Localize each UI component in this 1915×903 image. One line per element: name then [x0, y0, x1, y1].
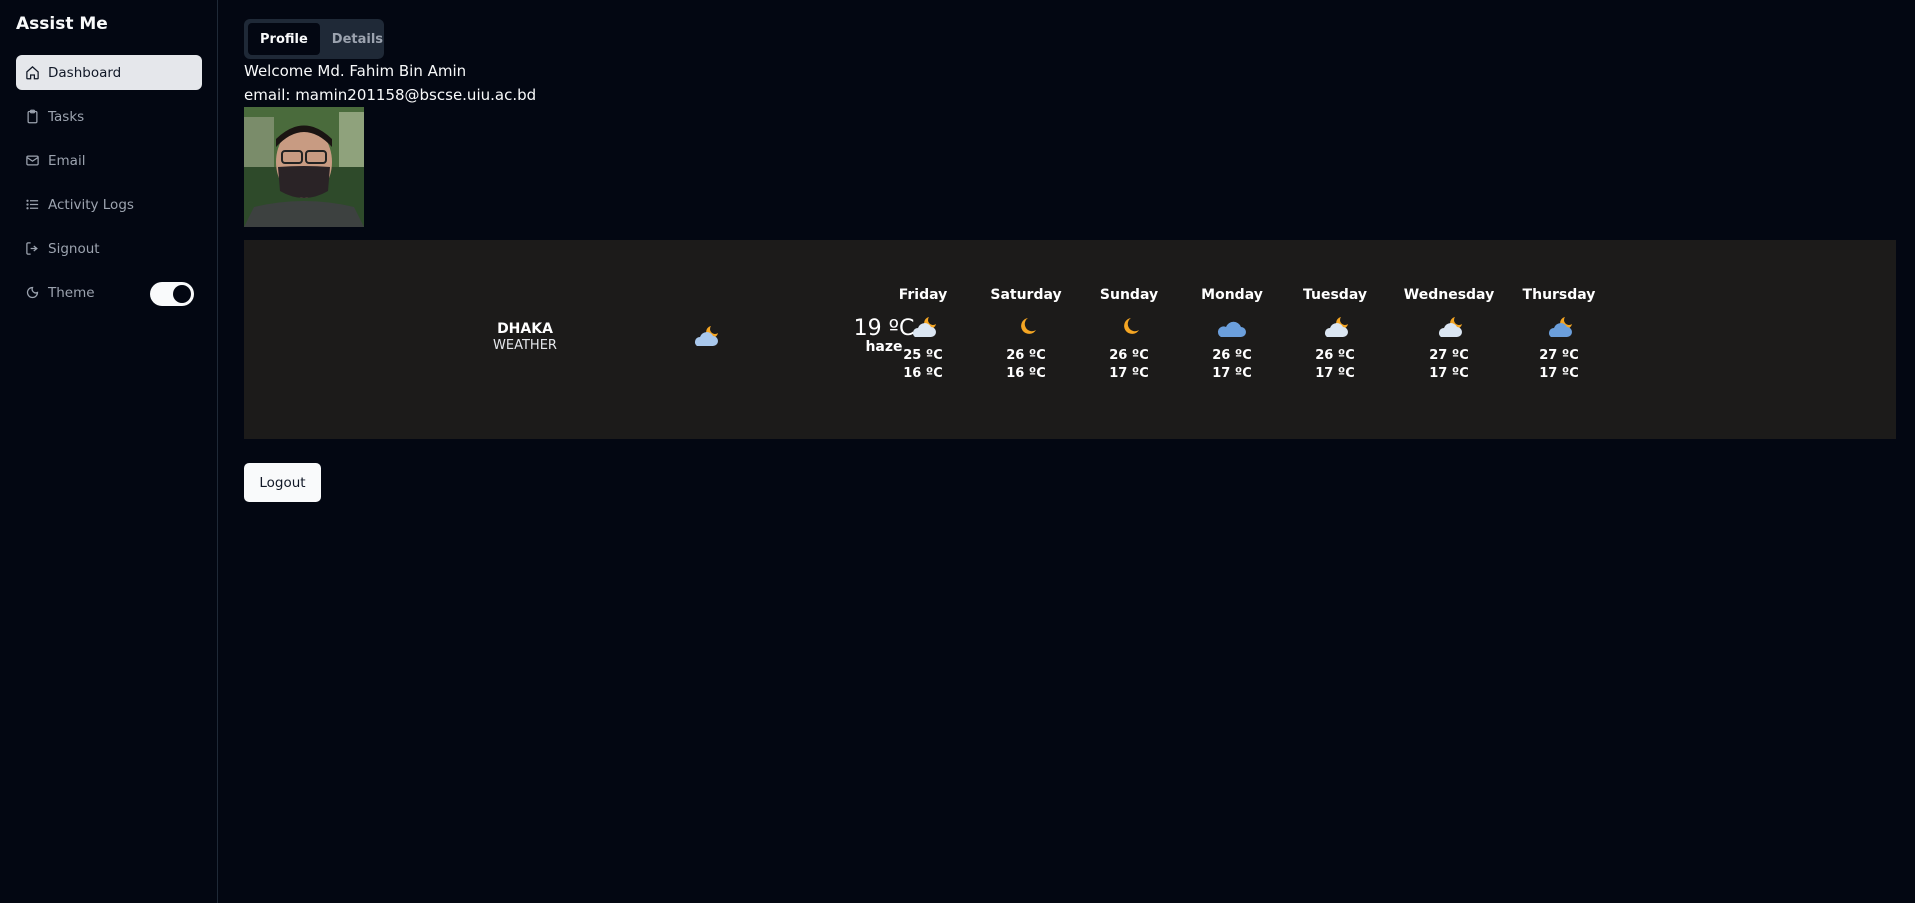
sidebar-item-label: Activity Logs [48, 196, 134, 213]
cloud-moon-icon [1543, 313, 1575, 339]
forecast-low: 17 ºC [1315, 366, 1355, 381]
forecast-day-name: Wednesday [1403, 287, 1495, 303]
clipboard-icon [24, 109, 40, 125]
sidebar-item-dashboard[interactable]: Dashboard [16, 55, 202, 90]
forecast-low: 16 ºC [1006, 366, 1046, 381]
forecast-high: 26 ºC [1006, 348, 1046, 363]
forecast-day: Thursday 27 ºC 17 ºC [1509, 287, 1609, 383]
forecast-day-name: Thursday [1522, 287, 1596, 303]
cloud-moon-icon [907, 313, 939, 339]
sidebar-item-activity-logs[interactable]: Activity Logs [16, 187, 202, 222]
logout-icon [24, 241, 40, 257]
theme-toggle[interactable] [150, 282, 194, 306]
forecast-day: Friday 25 ºC 16 ºC [873, 287, 973, 383]
welcome-text: Welcome Md. Fahim Bin Amin [244, 62, 467, 80]
forecast-high: 26 ºC [1212, 348, 1252, 363]
sidebar-item-email[interactable]: Email [16, 143, 202, 178]
forecast-day: Saturday 26 ºC 16 ºC [976, 287, 1076, 383]
moon-icon [1113, 313, 1145, 339]
forecast-low: 17 ºC [1212, 366, 1252, 381]
logout-button[interactable]: Logout [244, 463, 321, 502]
sidebar-item-label: Tasks [48, 108, 85, 125]
forecast-high: 27 ºC [1539, 348, 1579, 363]
forecast-day: Tuesday 26 ºC 17 ºC [1285, 287, 1385, 383]
forecast-day: Wednesday 27 ºC 17 ºC [1394, 287, 1504, 383]
avatar [244, 107, 364, 227]
forecast-day-name: Saturday [990, 287, 1062, 303]
forecast-high: 26 ºC [1109, 348, 1149, 363]
cloud-moon-icon [1433, 313, 1465, 339]
weather-city: DHAKA WEATHER [470, 321, 580, 353]
toggle-knob [173, 285, 191, 303]
forecast-high: 26 ºC [1315, 348, 1355, 363]
home-icon [24, 65, 40, 81]
moon-sun-icon [24, 285, 40, 301]
weather-subtitle: WEATHER [493, 338, 557, 353]
list-icon [24, 197, 40, 213]
forecast-day: Monday 26 ºC 17 ºC [1182, 287, 1282, 383]
sidebar-item-signout[interactable]: Signout [16, 231, 202, 266]
tab-details[interactable]: Details [320, 23, 395, 55]
cloud-moon-icon [689, 322, 721, 348]
forecast-low: 17 ºC [1429, 366, 1469, 381]
forecast-high: 27 ºC [1429, 348, 1469, 363]
forecast-high: 25 ºC [903, 348, 943, 363]
theme-label: Theme [48, 284, 95, 301]
sidebar-item-tasks[interactable]: Tasks [16, 99, 202, 134]
forecast-day-name: Tuesday [1303, 287, 1367, 303]
forecast-low: 17 ºC [1539, 366, 1579, 381]
forecast-day-name: Sunday [1099, 287, 1159, 303]
forecast-day-name: Monday [1201, 287, 1263, 303]
sidebar: Assist Me Dashboard Tasks Email Activity… [0, 0, 218, 903]
forecast-low: 16 ºC [903, 366, 943, 381]
tab-profile[interactable]: Profile [248, 23, 320, 55]
sidebar-nav: Dashboard Tasks Email Activity Logs Sign… [16, 55, 202, 319]
app-title: Assist Me [16, 14, 108, 34]
weather-widget: DHAKA WEATHER 19 ºC haze Friday 25 ºC 16… [244, 240, 1896, 439]
mail-icon [24, 153, 40, 169]
cloud-icon [1216, 313, 1248, 339]
forecast-day: Sunday 26 ºC 17 ºC [1079, 287, 1179, 383]
moon-icon [1010, 313, 1042, 339]
theme-row: Theme [16, 275, 202, 310]
sidebar-item-label: Signout [48, 240, 100, 257]
forecast-day-name: Friday [898, 287, 948, 303]
email-text: email: mamin201158@bscse.uiu.ac.bd [244, 86, 537, 104]
city-name: DHAKA [497, 321, 553, 337]
sidebar-item-label: Email [48, 152, 86, 169]
profile-tabs: Profile Details [244, 19, 384, 59]
forecast-low: 17 ºC [1109, 366, 1149, 381]
sidebar-item-label: Dashboard [48, 64, 122, 81]
cloud-moon-icon [1319, 313, 1351, 339]
